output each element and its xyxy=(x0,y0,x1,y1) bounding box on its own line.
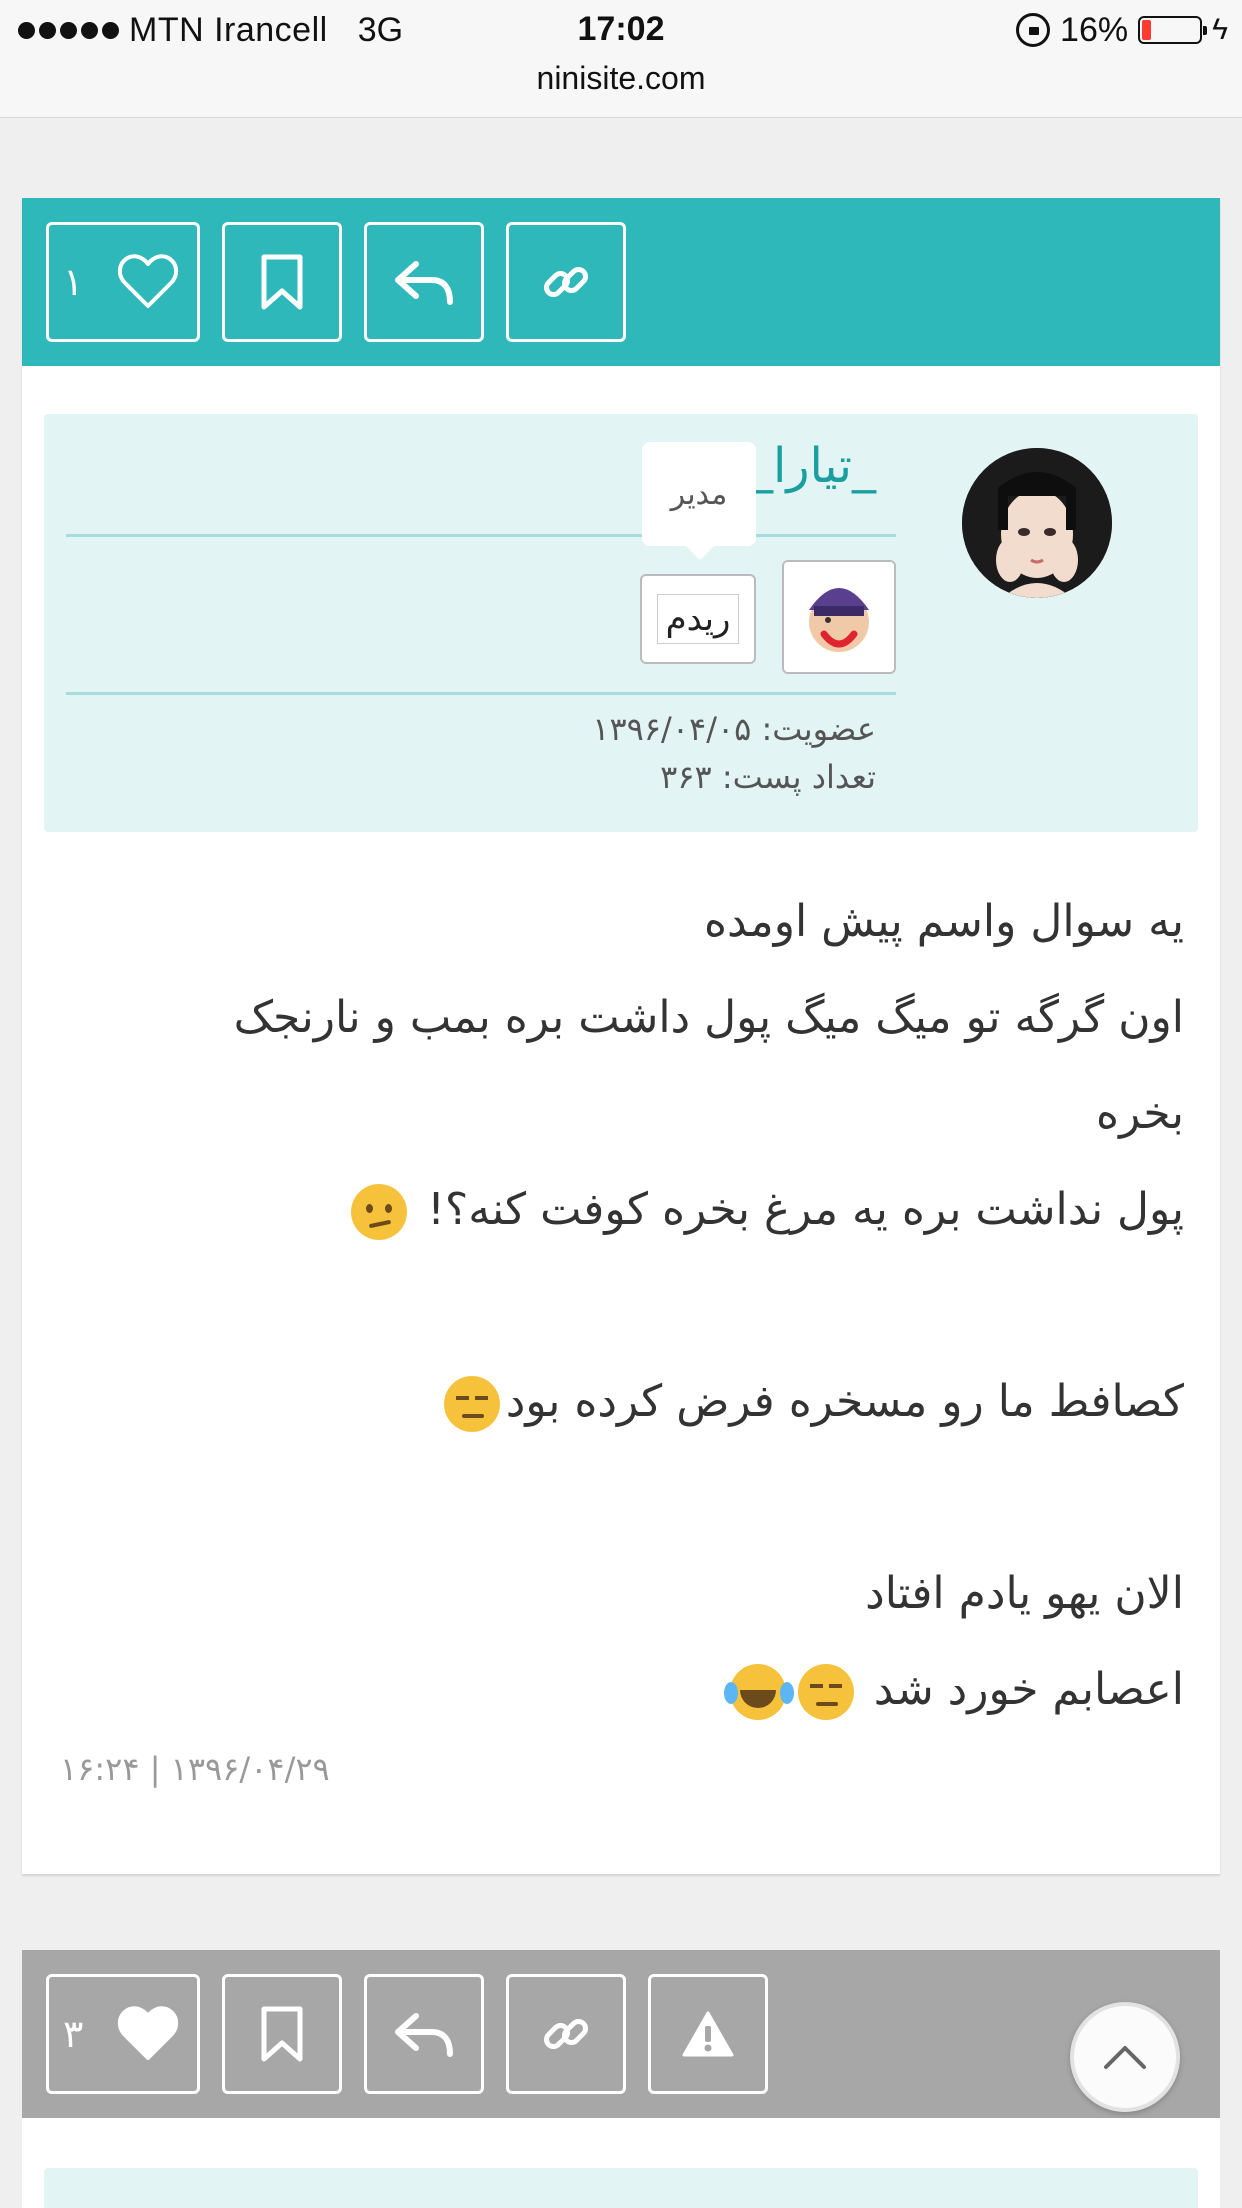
membership-date: عضویت: ۱۳۹۶/۰۴/۰۵ xyxy=(592,710,876,748)
warning-icon xyxy=(682,2011,734,2057)
heart-icon xyxy=(117,2006,179,2060)
post-line xyxy=(74,1450,1184,1546)
reply-button[interactable] xyxy=(364,222,484,342)
user-badge-image[interactable] xyxy=(782,560,896,674)
post-line: یه سوال واسم پیش اومده xyxy=(703,896,1184,947)
status-bar: MTN Irancell 3G 17:02 16% ϟ ninisite.com xyxy=(0,0,1242,118)
bookmark-button[interactable] xyxy=(222,1974,342,2094)
like-count: ۱ xyxy=(63,260,84,304)
post-line: بخره xyxy=(1096,1088,1184,1139)
expressionless-emoji-icon xyxy=(443,1376,500,1432)
reply-button[interactable] xyxy=(364,1974,484,2094)
author-username[interactable]: _تیارا_ xyxy=(749,438,876,494)
charging-icon: ϟ xyxy=(1212,13,1228,46)
bookmark-button[interactable] xyxy=(222,222,342,342)
heart-icon xyxy=(117,254,179,308)
user-badge-text[interactable]: ریدم xyxy=(640,574,756,664)
avatar[interactable] xyxy=(962,448,1112,598)
post-body: یه سوال واسم پیش اومده اون گرگه تو میگ م… xyxy=(74,874,1184,1738)
post-date: ۱۶:۲۴ | ۱۳۹۶/۰۴/۲۹ xyxy=(60,1750,330,1788)
like-button[interactable]: ۱ xyxy=(46,222,200,342)
like-button[interactable]: ۳ xyxy=(46,1974,200,2094)
author-box: _تیارا_ مدیر ریدم عضویت: ۱۳۹۶/۰۴/۰۵ تعدا… xyxy=(44,414,1198,832)
expressionless-emoji-icon xyxy=(797,1664,854,1720)
role-tooltip: مدیر xyxy=(642,442,756,560)
badge-label: ریدم xyxy=(656,594,740,644)
chevron-up-icon xyxy=(1104,2046,1146,2069)
post-line: اعصابم خورد شد xyxy=(74,1642,1184,1738)
post-card: ۳ xyxy=(22,1950,1220,2208)
post-line: کصافط ما رو مسخره فرض کرده بود xyxy=(74,1354,1184,1450)
badge-character-icon xyxy=(784,562,894,672)
author-box xyxy=(44,2168,1198,2208)
link-button[interactable] xyxy=(506,222,626,342)
tears-of-joy-emoji-icon xyxy=(723,1664,786,1720)
reply-icon xyxy=(395,2013,453,2057)
reply-icon xyxy=(395,261,453,305)
confused-emoji-icon xyxy=(351,1184,408,1240)
post-line xyxy=(74,1258,1184,1354)
like-count: ۳ xyxy=(63,2012,84,2056)
link-icon xyxy=(543,2018,589,2050)
bookmark-icon xyxy=(261,254,303,310)
report-button[interactable] xyxy=(648,1974,768,2094)
post-toolbar: ۳ xyxy=(22,1950,1220,2118)
url-bar[interactable]: ninisite.com xyxy=(0,60,1242,97)
post-line: الان یهو یادم افتاد xyxy=(865,1568,1184,1619)
link-icon xyxy=(543,266,589,298)
battery-icon xyxy=(1138,16,1208,44)
post-card: ۱ _تیارا_ مدیر ریدم عضویت: ۱۳۹۶/۰۴/۰۵ تع… xyxy=(22,198,1220,1874)
post-toolbar: ۱ xyxy=(22,198,1220,366)
post-line: اون گرگه تو میگ میگ پول داشت بره بمب و ن… xyxy=(233,992,1184,1043)
link-button[interactable] xyxy=(506,1974,626,2094)
post-line: پول نداشت بره یه مرغ بخره کوفت کنه؟! xyxy=(74,1162,1184,1258)
rotation-lock-icon xyxy=(1016,13,1051,47)
post-count: تعداد پست: ۳۶۳ xyxy=(660,758,876,796)
scroll-to-top-button[interactable] xyxy=(1070,2002,1180,2112)
bookmark-icon xyxy=(261,2006,303,2062)
battery-percent: 16% xyxy=(1060,10,1129,49)
divider xyxy=(66,692,896,695)
divider xyxy=(66,534,896,537)
avatar-image xyxy=(962,448,1112,598)
